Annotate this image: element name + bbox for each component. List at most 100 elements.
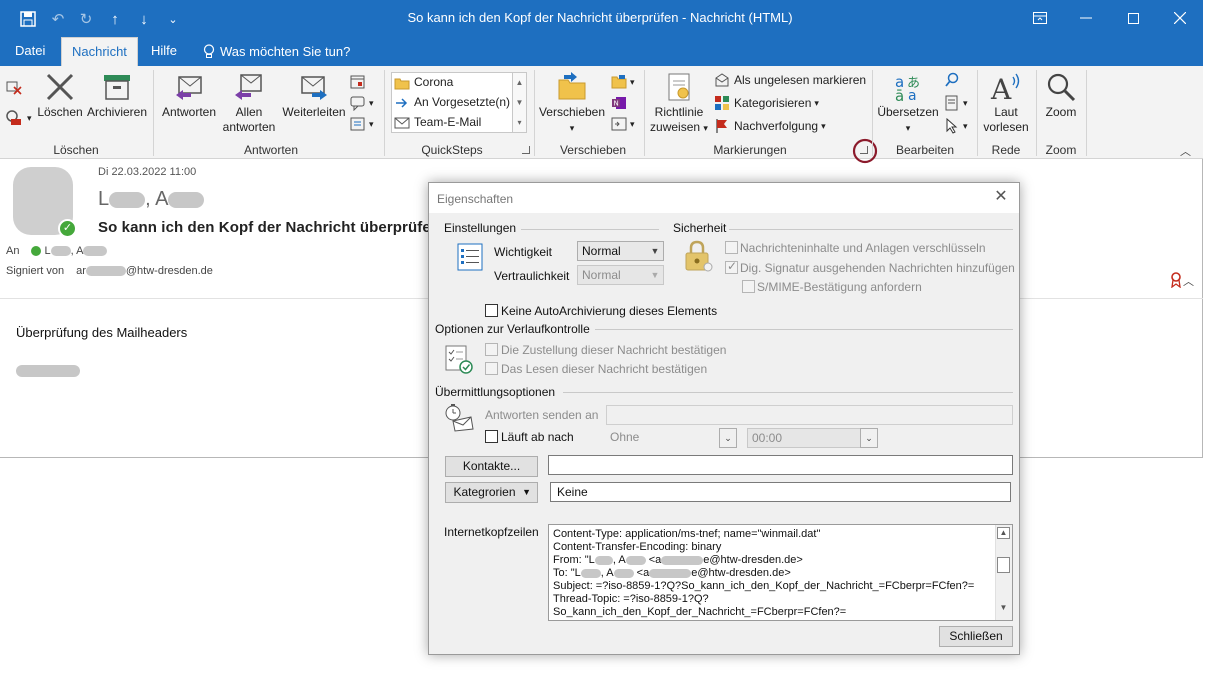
smime-receipt-label: S/MIME-Bestätigung anfordern bbox=[757, 280, 922, 294]
collapse-header-icon[interactable]: ︿ bbox=[1183, 273, 1194, 289]
categories-button[interactable]: Kategrorien ▼ bbox=[445, 482, 538, 503]
delivery-receipt-checkbox[interactable] bbox=[485, 343, 498, 356]
quicksteps-launcher-icon[interactable] bbox=[522, 146, 530, 154]
encrypt-checkbox[interactable] bbox=[725, 241, 738, 254]
redacted-text bbox=[109, 191, 146, 208]
scroll-down-icon[interactable]: ▼ bbox=[997, 603, 1010, 615]
tell-me-search[interactable]: Was möchten Sie tun? bbox=[193, 37, 360, 66]
move-button[interactable]: Verschieben ▾ bbox=[538, 71, 606, 136]
rules-button[interactable]: ▾ bbox=[611, 72, 635, 92]
quickstep-corona[interactable]: Corona bbox=[394, 73, 453, 92]
assign-policy-label-1: Richtlinie bbox=[654, 105, 704, 119]
expires-time-select[interactable]: 00:00 bbox=[747, 428, 861, 448]
digital-signature-checkbox[interactable] bbox=[725, 259, 738, 274]
find-button[interactable] bbox=[944, 70, 960, 90]
forward-arrow-icon bbox=[396, 97, 408, 108]
tab-hilfe[interactable]: Hilfe bbox=[141, 37, 187, 66]
undo-icon[interactable]: ↶ bbox=[47, 8, 69, 30]
arrow-up-icon[interactable]: ↑ bbox=[104, 8, 126, 30]
junk-icon bbox=[6, 110, 21, 125]
no-autoarchive-checkbox[interactable] bbox=[485, 304, 498, 317]
onenote-button[interactable]: N bbox=[611, 93, 627, 113]
ignore-button[interactable] bbox=[5, 77, 27, 97]
arrow-down-icon[interactable]: ↓ bbox=[133, 8, 155, 30]
internet-headers-textarea[interactable]: Content-Type: application/ms-tnef; name=… bbox=[548, 524, 1013, 621]
expires-checkbox[interactable] bbox=[485, 430, 498, 443]
reply-button[interactable]: Antworten bbox=[158, 71, 220, 120]
svg-text:N: N bbox=[614, 100, 619, 108]
settings-section-title: Einstellungen bbox=[444, 221, 517, 235]
collapse-ribbon-icon[interactable]: ︿ bbox=[1180, 143, 1191, 159]
importance-select[interactable]: Normal ▼ bbox=[577, 241, 664, 261]
follow-up-button[interactable]: Nachverfolgung ▾ bbox=[714, 116, 826, 136]
headers-scrollbar[interactable]: ▲ ▼ bbox=[995, 525, 1012, 620]
categorize-button[interactable]: Kategorisieren ▾ bbox=[714, 93, 819, 113]
mark-unread-button[interactable]: Als ungelesen markieren bbox=[714, 70, 866, 90]
read-receipt-checkbox[interactable] bbox=[485, 362, 498, 375]
sender-name[interactable]: L , A bbox=[98, 188, 205, 211]
scroll-down-icon[interactable]: ▼ bbox=[513, 93, 526, 113]
signer[interactable]: ar @htw-dresden.de bbox=[76, 265, 213, 277]
maximize-icon[interactable] bbox=[1118, 6, 1148, 30]
translate-label: Übersetzen bbox=[877, 105, 939, 119]
dialog-close-icon[interactable]: ✕ bbox=[991, 188, 1011, 208]
forward-button[interactable]: Weiterleiten bbox=[279, 71, 349, 120]
recipient[interactable]: L , A bbox=[44, 245, 108, 257]
actions-button[interactable]: ▾ bbox=[611, 114, 635, 134]
signature-badge-icon[interactable] bbox=[1170, 272, 1182, 291]
close-icon[interactable] bbox=[1165, 6, 1195, 30]
redacted-text bbox=[661, 555, 704, 565]
contacts-input[interactable] bbox=[548, 455, 1013, 475]
close-button[interactable]: Schließen bbox=[939, 626, 1013, 647]
archive-icon bbox=[104, 75, 130, 100]
reply-all-button[interactable]: Allen antworten bbox=[220, 71, 278, 135]
zoom-button[interactable]: Zoom bbox=[1039, 71, 1083, 120]
expires-time-dropdown[interactable]: ⌄ bbox=[860, 428, 878, 448]
quickstep-vorgesetzte[interactable]: An Vorgesetzte(n) bbox=[394, 93, 510, 112]
ribbon-display-options-icon[interactable] bbox=[1025, 6, 1055, 30]
read-aloud-button[interactable]: A Laut vorlesen bbox=[980, 71, 1032, 135]
select-button[interactable]: ▾ bbox=[944, 116, 968, 136]
follow-up-label: Nachverfolgung bbox=[734, 119, 819, 133]
group-label-markierungen: Markierungen bbox=[713, 143, 787, 157]
assign-policy-label-2: zuweisen bbox=[650, 120, 701, 134]
junk-button[interactable]: ▾ bbox=[5, 108, 32, 128]
move-folder-icon bbox=[558, 72, 586, 100]
importance-label: Wichtigkeit bbox=[494, 245, 553, 259]
redacted-signature bbox=[16, 365, 80, 377]
delete-button[interactable]: Löschen bbox=[37, 71, 83, 120]
reply-to-input[interactable] bbox=[606, 405, 1013, 425]
im-reply-button[interactable]: ▾ bbox=[350, 93, 374, 113]
scroll-thumb[interactable] bbox=[997, 557, 1010, 573]
redo-icon[interactable]: ↻ bbox=[75, 8, 97, 30]
header-line: Subject: =?iso-8859-1?Q?So_kann_ich_den_… bbox=[553, 580, 975, 592]
delete-label: Löschen bbox=[37, 105, 83, 119]
properties-dialog: Eigenschaften ✕ Einstellungen Wichtigkei… bbox=[428, 182, 1020, 655]
expand-gallery-icon[interactable]: ▾ bbox=[513, 113, 526, 132]
smime-receipt-checkbox[interactable] bbox=[742, 280, 755, 293]
scroll-up-icon[interactable]: ▲ bbox=[513, 73, 526, 93]
expires-date-dropdown[interactable]: ⌄ bbox=[719, 428, 737, 448]
more-reply-button[interactable]: ▾ bbox=[350, 114, 374, 134]
reply-label: Antworten bbox=[161, 105, 217, 119]
minimize-icon[interactable] bbox=[1071, 6, 1101, 30]
archive-button[interactable]: Archivieren bbox=[86, 71, 148, 120]
save-icon[interactable] bbox=[17, 8, 39, 30]
sensitivity-select[interactable]: Normal ▼ bbox=[577, 265, 664, 285]
scroll-up-icon[interactable]: ▲ bbox=[997, 527, 1010, 539]
tab-datei[interactable]: Datei bbox=[5, 37, 55, 66]
quicksteps-scroller[interactable]: ▲ ▼ ▾ bbox=[512, 73, 526, 132]
related-button[interactable]: ▾ bbox=[944, 93, 968, 113]
tab-nachricht[interactable]: Nachricht bbox=[61, 37, 138, 67]
lightbulb-icon bbox=[203, 44, 215, 58]
translate-button[interactable]: aあāa Übersetzen ▾ bbox=[875, 71, 941, 136]
contacts-button[interactable]: Kontakte... bbox=[445, 456, 538, 477]
security-lock-icon bbox=[683, 239, 715, 276]
customize-quick-access-icon[interactable]: ⌄ bbox=[162, 8, 184, 30]
mail-icon bbox=[394, 117, 410, 128]
quickstep-team-email[interactable]: Team-E-Mail bbox=[394, 113, 481, 132]
assign-policy-button[interactable]: Richtlinie zuweisen ▾ bbox=[648, 71, 710, 136]
categories-input[interactable]: Keine bbox=[550, 482, 1011, 502]
meeting-reply-button[interactable] bbox=[350, 72, 366, 92]
redacted-text bbox=[625, 555, 646, 565]
